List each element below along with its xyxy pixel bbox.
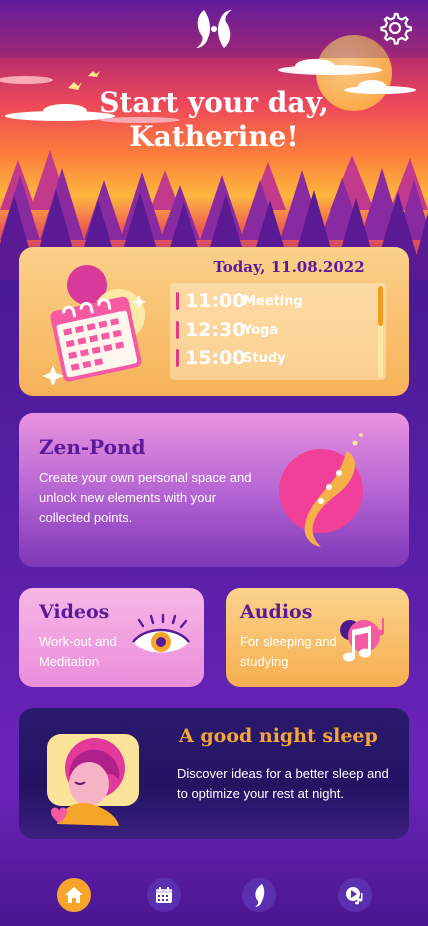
hero-banner: Start your day, Katherine! [0, 0, 428, 280]
sleep-description: Discover ideas for a better sleep and to… [177, 766, 389, 801]
fish-icon [255, 884, 265, 907]
schedule-item[interactable]: 15:00 Study [176, 347, 286, 369]
home-icon [65, 887, 83, 903]
greeting-heading: Start your day, Katherine! [0, 86, 428, 154]
greeting-line-2: Katherine! [129, 120, 299, 153]
nav-calendar-button[interactable] [147, 878, 181, 912]
videos-title: Videos [39, 601, 110, 623]
today-title: Today, 11.08.2022 [213, 258, 365, 276]
sleep-title: A good night sleep [179, 725, 378, 747]
play-music-icon [346, 887, 363, 905]
zen-pond-card[interactable]: Zen-Pond Create your own personal space … [19, 413, 409, 567]
schedule-activity: Study [243, 350, 286, 366]
schedule-time: 11:00 [185, 290, 246, 312]
schedule-time: 12:30 [185, 319, 246, 341]
schedule-marker [176, 349, 179, 367]
app-screen: Start your day, Katherine! Today, 11.08.… [0, 0, 428, 926]
videos-description: Work-out and Meditation [39, 634, 117, 669]
nav-home-button[interactable] [57, 878, 91, 912]
greeting-line-1: Start your day, [99, 86, 329, 119]
calendar-icon [42, 265, 146, 385]
videos-card[interactable]: Videos Work-out and Meditation [19, 588, 204, 687]
schedule-marker [176, 321, 179, 339]
schedule-activity: Yoga [243, 322, 279, 338]
zen-pond-title: Zen-Pond [39, 435, 146, 459]
schedule-item[interactable]: 11:00 Meeting [176, 290, 303, 312]
nav-zen-pond-button[interactable] [242, 878, 276, 912]
audios-title: Audios [240, 601, 313, 623]
bottom-navigation [0, 860, 428, 926]
nav-media-button[interactable] [338, 878, 372, 912]
zen-pond-description: Create your own personal space and unloc… [39, 470, 252, 525]
today-schedule-card[interactable]: Today, 11.08.2022 11:00 Meeting 12:30 Yo… [19, 247, 409, 396]
schedule-scrollbar-thumb[interactable] [378, 286, 383, 326]
sleeping-person-icon [47, 734, 139, 826]
schedule-activity: Meeting [243, 293, 303, 309]
schedule-item[interactable]: 12:30 Yoga [176, 319, 278, 341]
koi-fish-icon [279, 433, 363, 547]
koi-fish-logo-icon[interactable] [190, 6, 238, 52]
audios-card[interactable]: Audios For sleeping and studying [226, 588, 409, 687]
audios-description: For sleeping and studying [240, 634, 337, 669]
schedule-scrollbar[interactable] [378, 286, 383, 378]
eye-icon [132, 614, 190, 653]
schedule-list[interactable]: 11:00 Meeting 12:30 Yoga 15:00 Study [170, 283, 386, 380]
music-note-icon [340, 618, 385, 662]
schedule-time: 15:00 [185, 347, 246, 369]
gear-icon[interactable] [378, 11, 412, 45]
calendar-icon [156, 887, 172, 903]
schedule-marker [176, 292, 179, 310]
good-night-sleep-card[interactable]: A good night sleep Discover ideas for a … [19, 708, 409, 839]
